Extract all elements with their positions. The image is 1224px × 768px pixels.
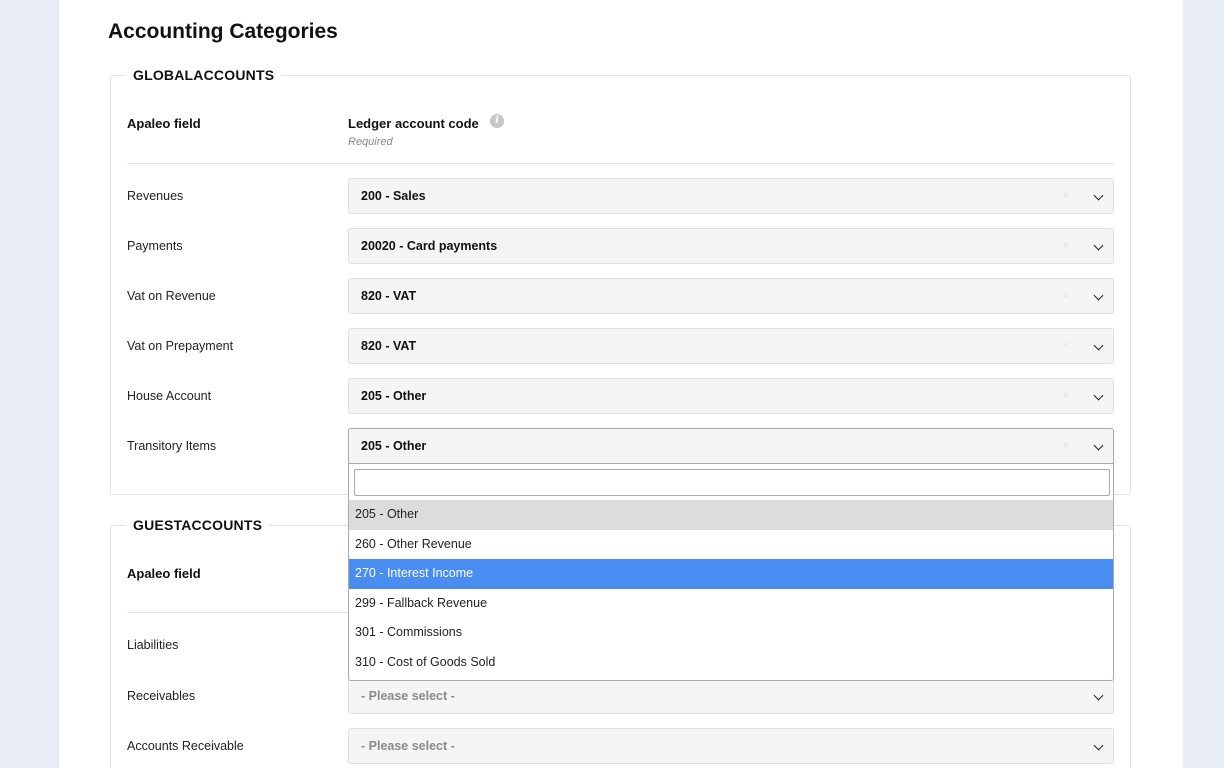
receivables-label: Receivables bbox=[127, 689, 196, 703]
global-accounts-legend: GLOBALACCOUNTS bbox=[133, 67, 275, 83]
payments-label: Payments bbox=[127, 239, 183, 253]
dropdown-option[interactable]: 301 - Commissions bbox=[349, 618, 1113, 648]
vat-on-prepayment-label: Vat on Prepayment bbox=[127, 339, 234, 353]
receivables-select[interactable]: - Please select - bbox=[348, 678, 1114, 714]
dropdown-option[interactable]: 260 - Other Revenue bbox=[349, 530, 1113, 560]
clear-icon[interactable]: × bbox=[1063, 229, 1069, 263]
chevron-down-icon bbox=[1093, 690, 1104, 701]
vat-on-prepayment-value: 820 - VAT bbox=[361, 339, 417, 353]
liabilities-label: Liabilities bbox=[127, 638, 179, 652]
house-account-value: 205 - Other bbox=[361, 389, 427, 403]
revenues-select[interactable]: 200 - Sales × bbox=[348, 178, 1114, 214]
chevron-down-icon bbox=[1093, 740, 1104, 751]
dropdown-option[interactable]: 310 - Cost of Goods Sold bbox=[349, 648, 1113, 678]
chevron-down-icon bbox=[1093, 240, 1104, 251]
dropdown-option[interactable]: 270 - Interest Income bbox=[349, 559, 1113, 589]
chevron-down-icon bbox=[1093, 290, 1104, 301]
transitory-items-dropdown: 205 - Other 260 - Other Revenue 270 - In… bbox=[348, 464, 1114, 681]
header-divider bbox=[127, 163, 1114, 164]
vat-on-revenue-value: 820 - VAT bbox=[361, 289, 417, 303]
info-icon[interactable]: i bbox=[490, 114, 504, 128]
chevron-down-icon bbox=[1093, 340, 1104, 351]
revenues-value: 200 - Sales bbox=[361, 189, 426, 203]
receivables-value: - Please select - bbox=[361, 689, 455, 703]
accounts-receivable-select[interactable]: - Please select - bbox=[348, 728, 1114, 764]
guest-accounts-legend: GUESTACCOUNTS bbox=[133, 517, 263, 533]
clear-icon[interactable]: × bbox=[1063, 179, 1069, 213]
clear-icon[interactable]: × bbox=[1063, 379, 1069, 413]
dropdown-options: 205 - Other 260 - Other Revenue 270 - In… bbox=[349, 500, 1113, 678]
dropdown-option[interactable]: 205 - Other bbox=[349, 500, 1113, 530]
chevron-down-icon bbox=[1093, 440, 1104, 451]
ledger-code-header: Ledger account code bbox=[348, 116, 479, 131]
required-note: Required bbox=[348, 136, 393, 148]
accounts-receivable-value: - Please select - bbox=[361, 739, 455, 753]
vat-on-prepayment-select[interactable]: 820 - VAT × bbox=[348, 328, 1114, 364]
payments-select[interactable]: 20020 - Card payments × bbox=[348, 228, 1114, 264]
clear-icon[interactable]: × bbox=[1063, 429, 1069, 463]
chevron-down-icon bbox=[1093, 190, 1104, 201]
transitory-items-value: 205 - Other bbox=[361, 439, 427, 453]
guest-apaleo-field-header: Apaleo field bbox=[127, 566, 201, 581]
dropdown-search-input[interactable] bbox=[354, 469, 1110, 496]
accounts-receivable-label: Accounts Receivable bbox=[127, 739, 244, 753]
vat-on-revenue-select[interactable]: 820 - VAT × bbox=[348, 278, 1114, 314]
revenues-label: Revenues bbox=[127, 189, 184, 203]
transitory-items-label: Transitory Items bbox=[127, 439, 217, 453]
clear-icon[interactable]: × bbox=[1063, 329, 1069, 363]
house-account-select[interactable]: 205 - Other × bbox=[348, 378, 1114, 414]
transitory-items-select[interactable]: 205 - Other × bbox=[348, 428, 1114, 464]
vat-on-revenue-label: Vat on Revenue bbox=[127, 289, 216, 303]
chevron-down-icon bbox=[1093, 390, 1104, 401]
dropdown-option[interactable]: 299 - Fallback Revenue bbox=[349, 589, 1113, 619]
page-title: Accounting Categories bbox=[108, 20, 338, 43]
apaleo-field-header: Apaleo field bbox=[127, 116, 201, 131]
house-account-label: House Account bbox=[127, 389, 212, 403]
clear-icon[interactable]: × bbox=[1063, 279, 1069, 313]
payments-value: 20020 - Card payments bbox=[361, 239, 498, 253]
